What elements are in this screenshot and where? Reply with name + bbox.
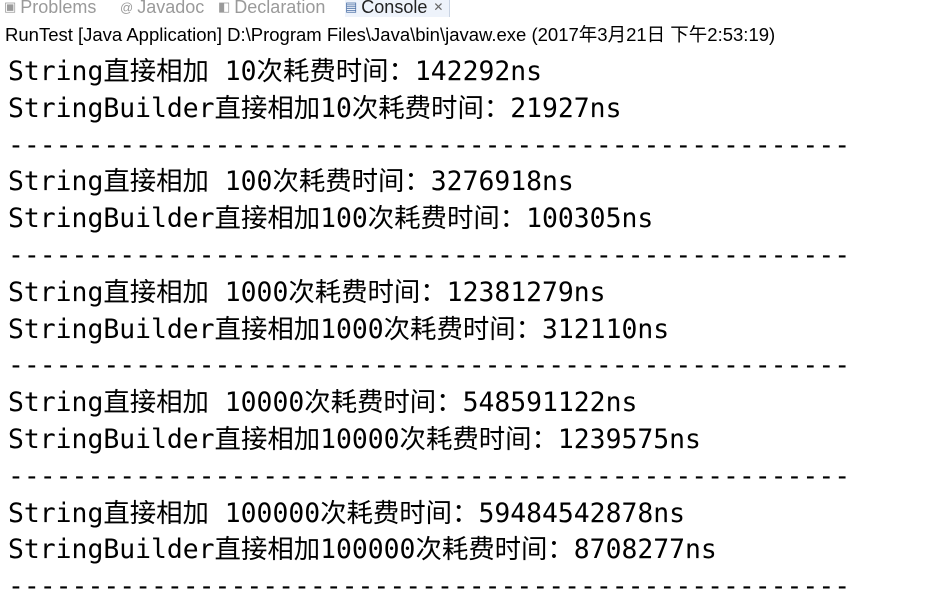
close-icon[interactable]: ✕ [433, 0, 443, 14]
console-separator-line: ----------------------------------------… [8, 571, 851, 603]
declaration-icon: ◧ [218, 0, 231, 14]
view-tab-bar: ▣ Problems @ Javadoc ◧ Declaration ▤ Con… [0, 0, 928, 18]
tab-declaration-label: Declaration [234, 0, 326, 17]
console-output-line: String直接相加 10000次耗费时间：548591122ns [8, 387, 638, 419]
console-output[interactable]: String直接相加 10次耗费时间：142292ns StringBuilder… [8, 54, 928, 602]
console-output-line: StringBuilder直接相加10000次耗费时间：1239575ns [8, 423, 701, 455]
console-separator-line: ----------------------------------------… [8, 239, 851, 271]
console-output-line: StringBuilder直接相加100次耗费时间：100305ns [8, 203, 654, 235]
problems-icon: ▣ [4, 0, 17, 14]
console-process-label: RunTest [Java Application] D:\Program Fi… [5, 24, 776, 45]
console-output-line: StringBuilder直接相加1000次耗费时间：312110ns [8, 313, 670, 345]
tab-javadoc-label: Javadoc [137, 0, 205, 17]
at-sign-icon: @ [120, 0, 134, 15]
tab-console[interactable]: ▤ Console ✕ [345, 0, 451, 17]
console-output-line: String直接相加 10次耗费时间：142292ns [8, 56, 543, 87]
console-output-line: String直接相加 1000次耗费时间：12381279ns [8, 276, 606, 308]
tab-declaration[interactable]: ◧ Declaration [218, 0, 325, 17]
console-output-line: StringBuilder直接相加10次耗费时间：21927ns [8, 92, 622, 124]
console-output-line: StringBuilder直接相加100000次耗费时间：8708277ns [8, 534, 717, 566]
console-output-line: String直接相加 100000次耗费时间：59484542878ns [8, 497, 686, 529]
console-separator-line: ----------------------------------------… [8, 129, 851, 161]
console-separator-line: ----------------------------------------… [8, 350, 851, 382]
tab-problems[interactable]: ▣ Problems [4, 0, 96, 17]
console-separator-line: ----------------------------------------… [8, 460, 851, 492]
console-output-line: String直接相加 100次耗费时间：3276918ns [8, 166, 574, 198]
tab-javadoc[interactable]: @ Javadoc [120, 0, 204, 17]
console-icon: ▤ [345, 0, 358, 14]
tab-problems-label: Problems [20, 0, 97, 17]
tab-console-label: Console [361, 0, 428, 17]
